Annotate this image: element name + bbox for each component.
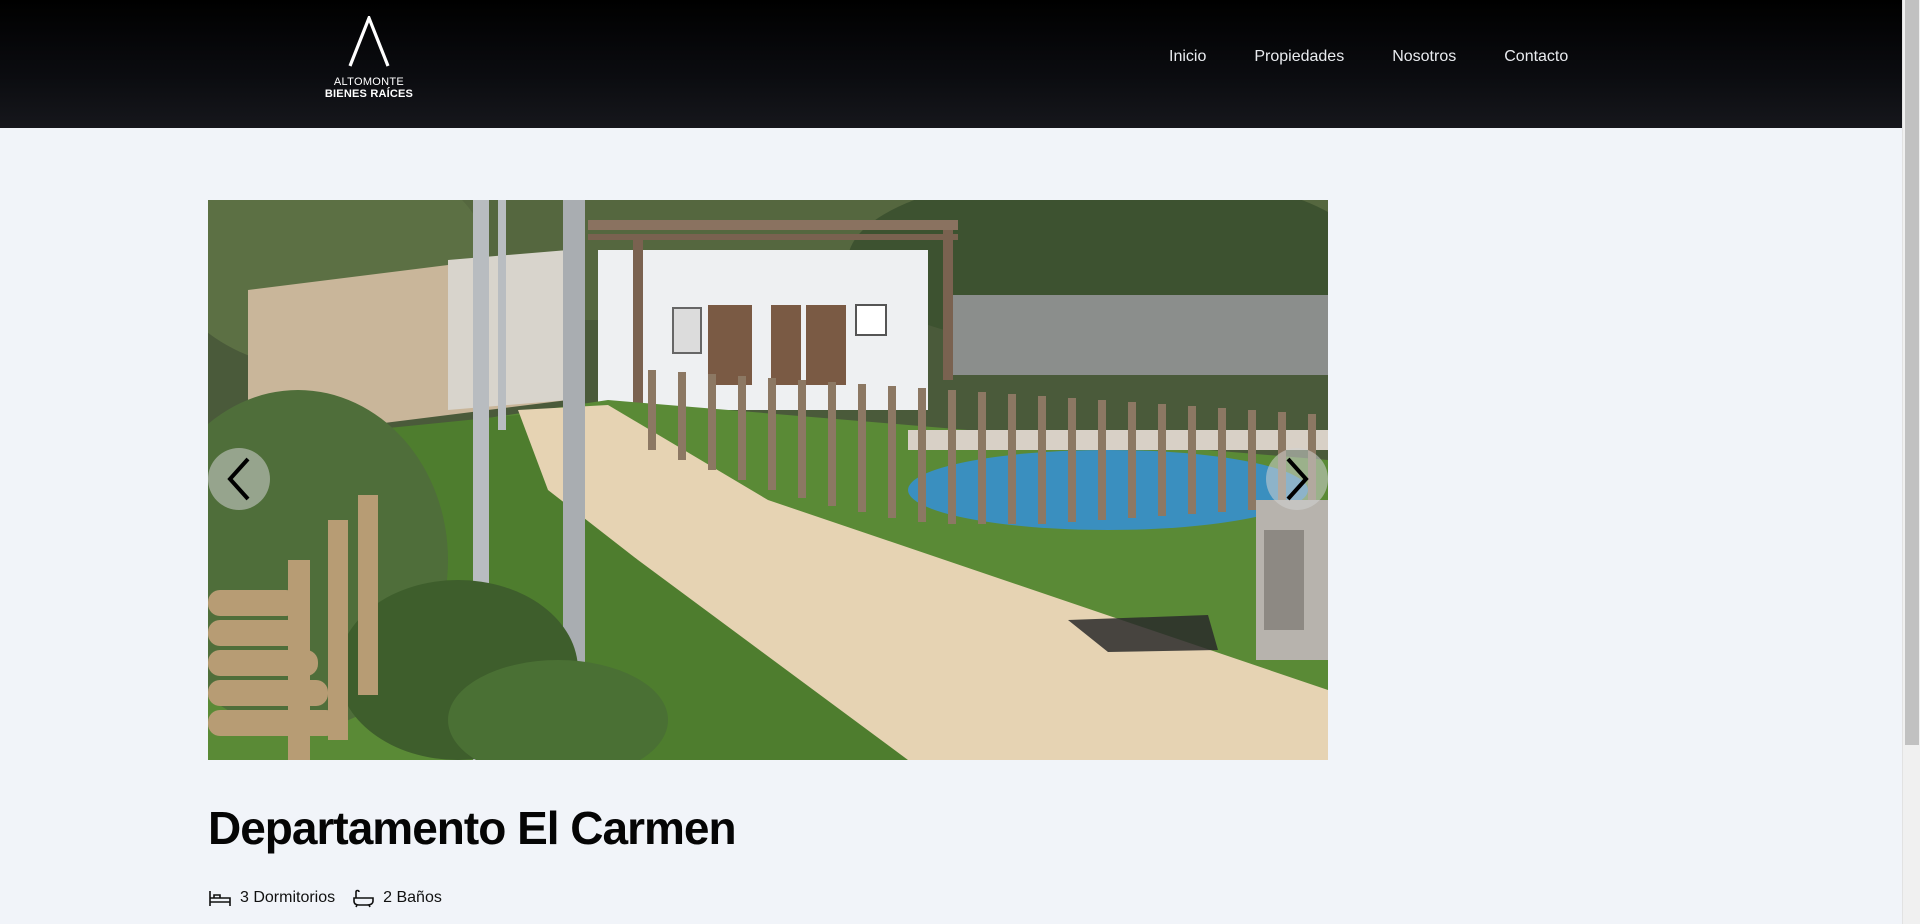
bathtub-icon xyxy=(353,889,374,908)
bed-icon xyxy=(209,891,231,906)
main-nav: Inicio Propiedades Nosotros Contacto xyxy=(1169,46,1568,68)
site-header: ALTOMONTE BIENES RAÍCES Inicio Propiedad… xyxy=(0,0,1902,128)
chevron-left-icon xyxy=(227,457,250,501)
nav-item-contacto[interactable]: Contacto xyxy=(1504,46,1568,68)
property-photo xyxy=(208,200,1328,760)
logo-mark-icon xyxy=(348,16,390,67)
logo-text-line1: ALTOMONTE xyxy=(333,76,405,88)
site-logo[interactable]: ALTOMONTE BIENES RAÍCES xyxy=(322,16,416,104)
property-features: 3 Dormitorios 2 Baños xyxy=(208,888,442,908)
property-image-carousel xyxy=(208,200,1328,760)
nav-item-nosotros[interactable]: Nosotros xyxy=(1392,46,1456,68)
nav-item-propiedades[interactable]: Propiedades xyxy=(1254,46,1344,68)
bedrooms-feature: 3 Dormitorios xyxy=(208,888,335,908)
bathrooms-feature: 2 Baños xyxy=(351,888,442,908)
carousel-next-button[interactable] xyxy=(1266,448,1328,510)
chevron-right-icon xyxy=(1286,457,1309,501)
bathrooms-label: 2 Baños xyxy=(383,889,442,906)
nav-item-inicio[interactable]: Inicio xyxy=(1169,46,1206,68)
carousel-prev-button[interactable] xyxy=(208,448,270,510)
bedrooms-label: 3 Dormitorios xyxy=(240,889,336,906)
property-title: Departamento El Carmen xyxy=(208,802,737,854)
scrollbar-thumb[interactable] xyxy=(1905,0,1919,745)
logo-text-line2: BIENES RAÍCES xyxy=(324,88,414,100)
page-scrollbar[interactable] xyxy=(1902,0,1920,924)
